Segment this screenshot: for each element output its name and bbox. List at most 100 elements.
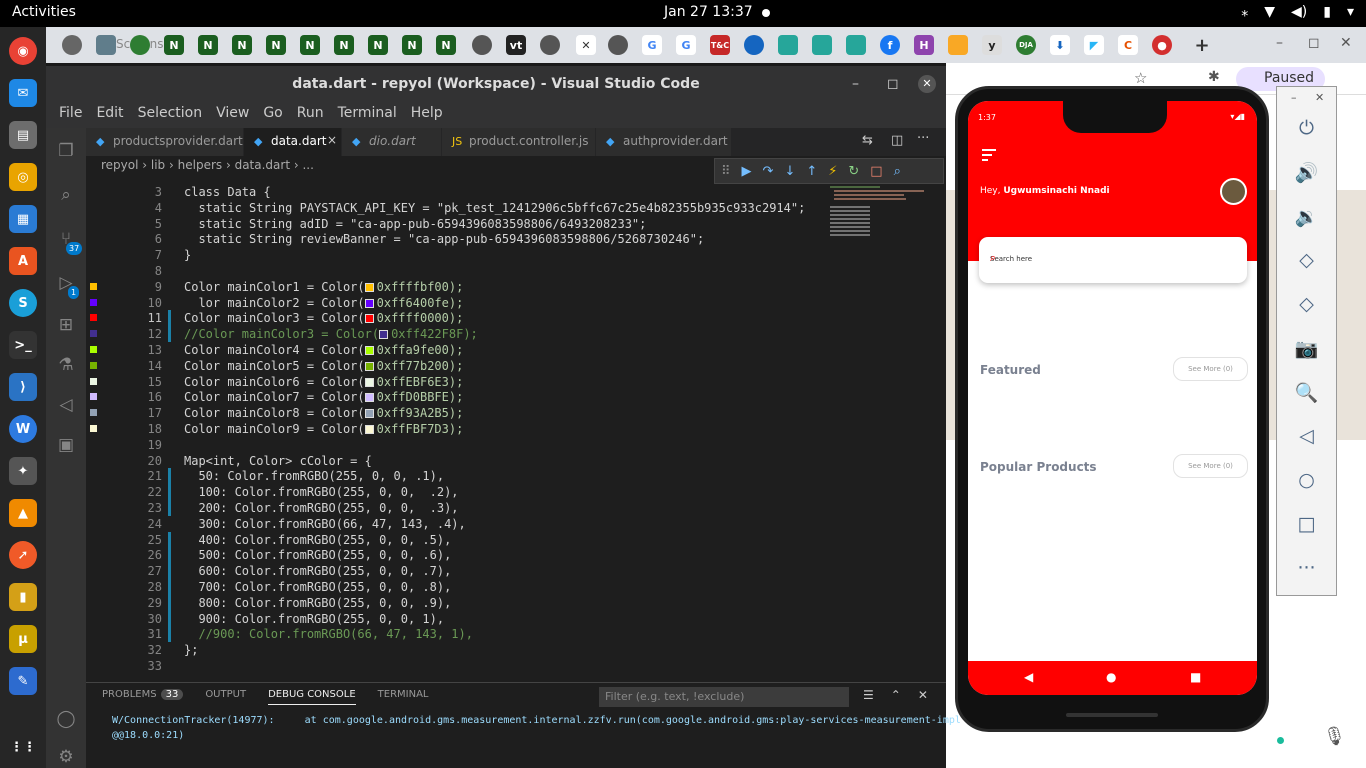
vlc-icon[interactable]: ▲ <box>9 499 37 527</box>
code-line[interactable]: 26 500: Color.fromRGBO(255, 0, 0, .6), <box>86 547 946 564</box>
chrome-icon[interactable]: ◉ <box>9 37 37 65</box>
archive-icon[interactable]: ▮ <box>9 583 37 611</box>
terminal-icon[interactable]: >_ <box>9 331 37 359</box>
flutter-favicon[interactable]: ◤ <box>1084 35 1104 55</box>
bookmark-star-icon[interactable]: ☆ <box>1134 69 1147 87</box>
code-line[interactable]: 11 Color mainColor3 = Color(0xffff0000); <box>86 310 946 327</box>
tab-product-controller[interactable]: JS product.controller.js <box>442 128 596 156</box>
featured-see-more-button[interactable]: See More (0) <box>1173 357 1248 381</box>
volume-up-icon[interactable]: 🔊 <box>1277 161 1336 184</box>
code-line[interactable]: 14 Color mainColor5 = Color(0xff77b200); <box>86 358 946 374</box>
popular-see-more-button[interactable]: See More (0) <box>1173 454 1248 478</box>
power-icon[interactable]: ⏻ <box>1277 117 1336 139</box>
rotate-right-icon[interactable]: ◇ <box>1277 293 1336 315</box>
compare-icon[interactable]: ⇆ <box>862 133 873 148</box>
hot-reload-icon[interactable]: ⚡ <box>828 164 837 179</box>
extensions-icon[interactable]: ⊞ <box>55 314 77 336</box>
tray-menu-icon[interactable]: ▾ <box>1347 4 1354 20</box>
show-apps-icon[interactable]: ⋮⋮ <box>9 733 37 761</box>
minimap[interactable] <box>828 184 936 244</box>
code-line[interactable]: 10 lor mainColor2 = Color(0xff6400fe); <box>86 295 946 311</box>
tab-favicon[interactable]: N <box>198 35 218 55</box>
close-panel-icon[interactable]: ✕ <box>918 688 928 702</box>
tab-favicon[interactable]: N <box>164 35 184 55</box>
tab-output[interactable]: OUTPUT <box>205 689 246 705</box>
code-line[interactable]: 3 class Data { <box>86 184 946 200</box>
color-swatch[interactable] <box>364 298 374 308</box>
code-line[interactable]: 25 400: Color.fromRGBO(255, 0, 0, .5), <box>86 531 946 548</box>
code-line[interactable]: 28 700: Color.fromRGBO(255, 0, 0, .8), <box>86 579 946 595</box>
tab-close-icon[interactable]: ✕ <box>576 35 596 55</box>
tab-favicon[interactable] <box>96 35 116 55</box>
code-line[interactable]: 17 Color mainColor8 = Color(0xff93A2B5); <box>86 405 946 421</box>
software-icon[interactable]: A <box>9 247 37 275</box>
menu-file[interactable]: File <box>52 102 89 128</box>
files-icon[interactable]: ▤ <box>9 121 37 149</box>
testing-icon[interactable]: ⚗ <box>55 354 77 376</box>
breadcrumb-root[interactable]: repyol <box>101 158 138 172</box>
code-line[interactable]: 7} <box>86 247 946 263</box>
tab-favicon[interactable]: N <box>232 35 252 55</box>
panel-filter-input[interactable]: Filter (e.g. text, !exclude) <box>599 687 849 707</box>
search-input[interactable]: Search here ⌕ <box>979 237 1247 283</box>
search-icon[interactable]: ⌕ <box>55 184 77 206</box>
tab-favicon[interactable]: N <box>300 35 320 55</box>
window-maximize-icon[interactable]: ◻ <box>1308 35 1320 51</box>
color-swatch[interactable] <box>364 314 374 324</box>
emulator-screen[interactable]: 1:37 ▾◢▮ Hey, Ugwumsinachi Nnadi Search … <box>968 101 1257 695</box>
code-line[interactable]: 15 Color mainColor6 = Color(0xffEBF6E3); <box>86 374 946 390</box>
thunderbird-icon[interactable]: ✉ <box>9 79 37 107</box>
color-swatch[interactable] <box>364 377 374 387</box>
remote-explorer-icon[interactable]: ▣ <box>55 434 77 456</box>
code-line[interactable]: 12 //Color mainColor3 = Color(0xff422F8F)… <box>86 326 946 343</box>
home-icon[interactable]: ○ <box>1277 469 1336 491</box>
microphone-icon[interactable]: 🎙 <box>1323 726 1346 747</box>
activities-button[interactable]: Activities <box>12 4 76 20</box>
stop-icon[interactable]: □ <box>870 164 882 179</box>
split-editor-icon[interactable]: ◫ <box>891 133 903 148</box>
breadcrumb-file[interactable]: data.dart <box>235 158 290 172</box>
rhythmbox-icon[interactable]: ◎ <box>9 163 37 191</box>
clear-console-icon[interactable]: ☰ <box>863 688 874 702</box>
new-tab-button[interactable]: + <box>1192 35 1212 56</box>
tab-favicon[interactable] <box>540 35 560 55</box>
restart-icon[interactable]: ↻ <box>848 164 859 179</box>
tab-favicon[interactable]: N <box>436 35 456 55</box>
code-line[interactable]: 6 static String reviewBanner = "ca-app-p… <box>86 231 946 247</box>
menu-view[interactable]: View <box>209 102 256 128</box>
back-icon[interactable]: ◁ <box>1277 425 1336 447</box>
tab-productsprovider[interactable]: ◆ productsprovider.dart <box>86 128 244 156</box>
breadcrumb-lib[interactable]: lib <box>151 158 165 172</box>
tab-favicon[interactable] <box>608 35 628 55</box>
postman-icon[interactable]: ➚ <box>9 541 37 569</box>
tab-favicon[interactable]: N <box>266 35 286 55</box>
utorrent-icon[interactable]: µ <box>9 625 37 653</box>
tab-favicon[interactable] <box>130 35 150 55</box>
drawer-menu-icon[interactable] <box>982 149 996 164</box>
code-line[interactable]: 22 100: Color.fromRGBO(255, 0, 0, .2), <box>86 484 946 501</box>
android-studio-icon[interactable]: ✦ <box>9 457 37 485</box>
color-swatch[interactable] <box>364 425 374 434</box>
window-close-icon[interactable]: ✕ <box>1340 35 1352 51</box>
breadcrumb-symbol[interactable]: ... <box>302 158 313 172</box>
menu-terminal[interactable]: Terminal <box>331 102 404 128</box>
emulator-minimize-icon[interactable]: – <box>1291 91 1297 104</box>
tab-data-dart[interactable]: ◆ data.dart × <box>244 128 342 156</box>
vscode-icon[interactable]: ⟩ <box>9 373 37 401</box>
maximize-icon[interactable]: ◻ <box>887 66 899 102</box>
nav-back-icon[interactable]: ◀ <box>1024 670 1033 684</box>
tab-problems[interactable]: PROBLEMS 33 <box>102 689 184 705</box>
step-over-icon[interactable]: ↷ <box>763 164 774 179</box>
code-line[interactable]: 16 Color mainColor7 = Color(0xffD0BBFE); <box>86 389 946 405</box>
skype-icon[interactable]: S <box>9 289 37 317</box>
tab-favicon[interactable]: y <box>982 35 1002 55</box>
breadcrumb-helpers[interactable]: helpers <box>178 158 223 172</box>
code-line[interactable]: 33 <box>86 658 946 674</box>
code-editor[interactable]: 3 class Data {4 static String PAYSTACK_AP… <box>86 184 946 676</box>
account-icon[interactable]: ◯ <box>55 708 77 730</box>
tab-authprovider[interactable]: ◆ authprovider.dart <box>596 128 732 156</box>
tab-favicon[interactable] <box>744 35 764 55</box>
code-line[interactable]: 21 50: Color.fromRGBO(255, 0, 0, .1), <box>86 468 946 485</box>
system-clock[interactable]: Jan 27 13:37 <box>664 4 753 20</box>
window-minimize-icon[interactable]: – <box>1276 35 1283 51</box>
